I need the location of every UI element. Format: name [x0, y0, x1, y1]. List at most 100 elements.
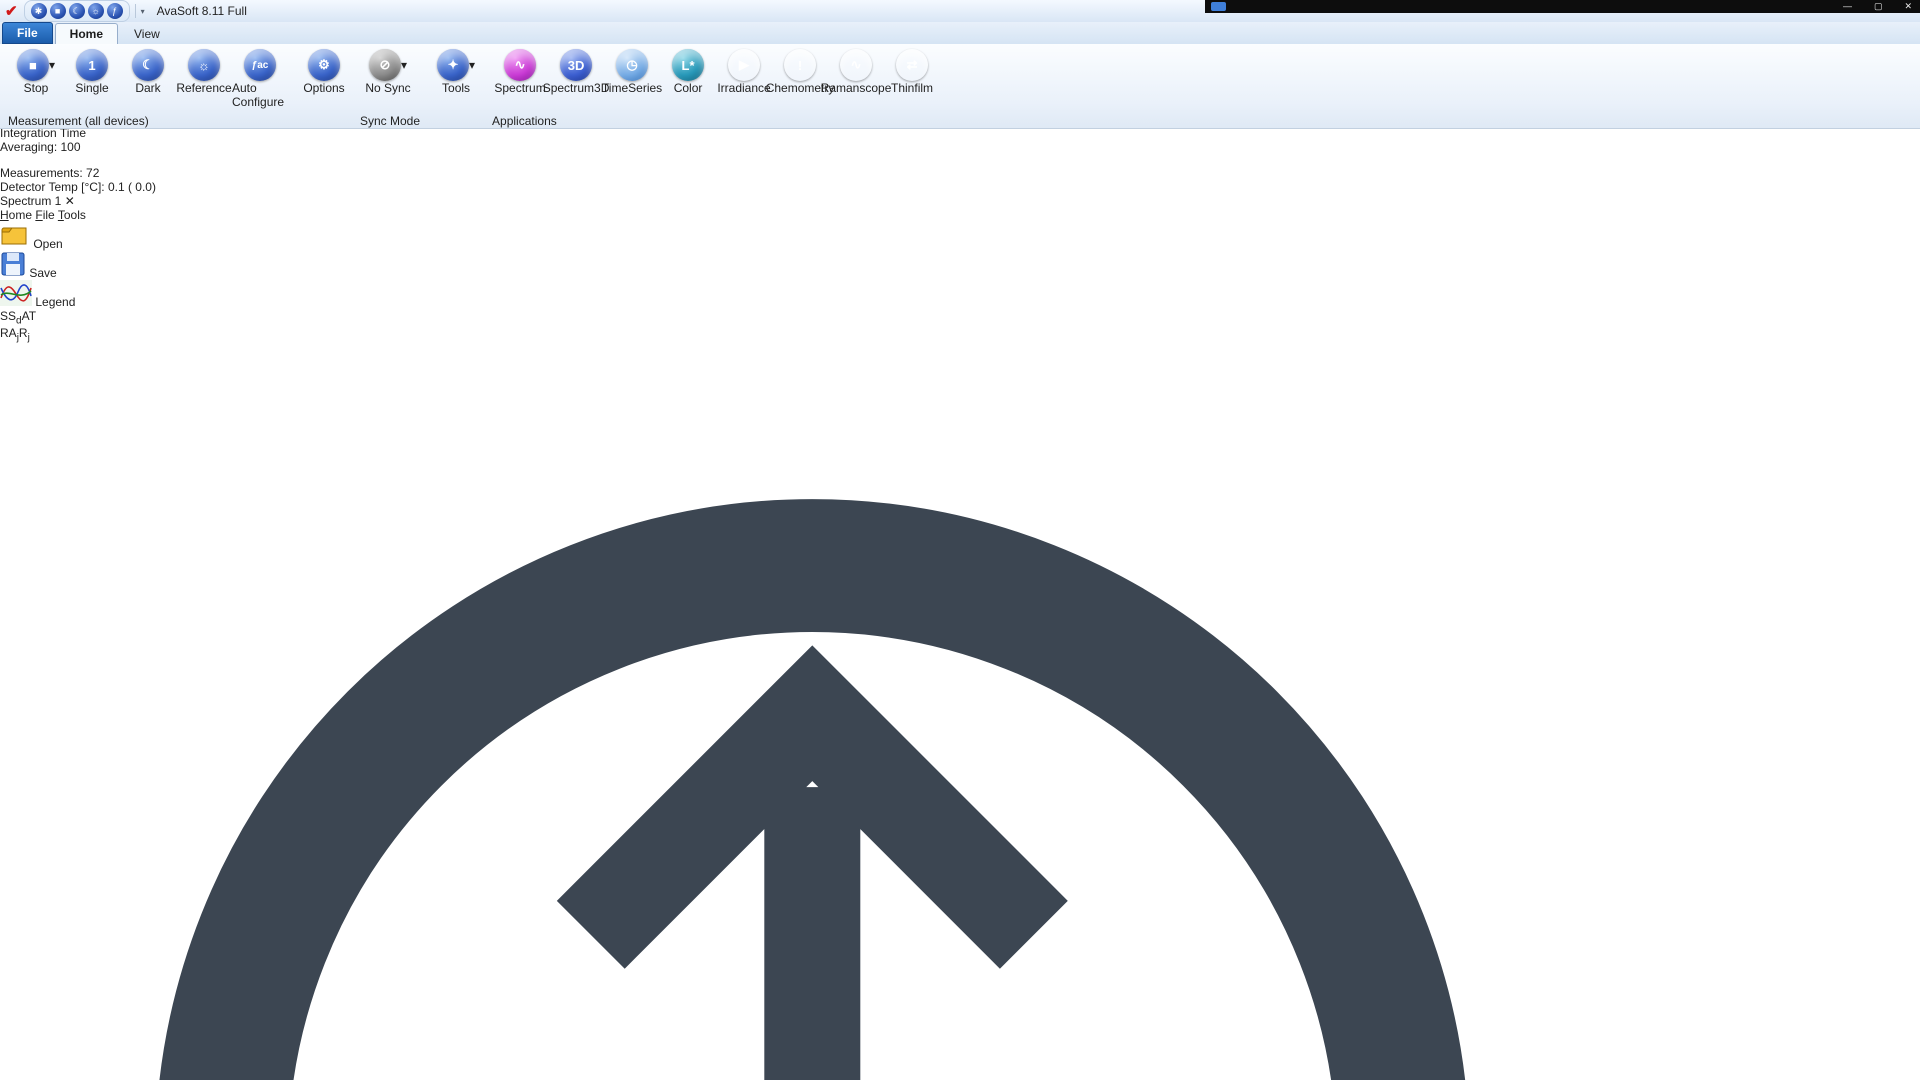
color-button[interactable]: L* Color: [660, 46, 716, 95]
options-icon: ⚙: [308, 49, 340, 81]
spectrum-tab-file[interactable]: File: [35, 208, 54, 222]
no-sync-button[interactable]: ⊘ ▾ No Sync: [360, 46, 416, 95]
reference-icon[interactable]: ☼: [87, 3, 104, 19]
player-icon: [1211, 2, 1226, 11]
measure-mode-t-button[interactable]: T: [29, 309, 36, 323]
ribbon-group: ✦ ▾ Tools: [424, 44, 488, 128]
ribbon: ■ ▾ Stop 1 Single ☾ Dark ☼ Reference ƒac Auto Conf…: [0, 44, 1920, 129]
measure-mode-s-button[interactable]: S: [0, 309, 8, 323]
wrench-icon[interactable]: ✱: [30, 3, 47, 19]
ribbon-tab-strip: File Home View: [0, 22, 1920, 44]
open-button[interactable]: Open: [0, 222, 1920, 251]
thinfilm-icon: ⇄: [896, 49, 928, 81]
ribbon-groups: ■ ▾ Stop 1 Single ☾ Dark ☼ Reference ƒac Auto Conf…: [0, 44, 944, 128]
thinfilm-label: Thinfilm: [891, 81, 934, 95]
ramanscope-label: Ramanscope: [820, 81, 892, 95]
stop-button[interactable]: ■ ▾ Stop: [8, 46, 64, 95]
ribbon-group: ⚙ Options: [292, 44, 356, 128]
auto-configure-icon: ƒac: [244, 49, 276, 81]
window-controls-bar: — ▢ ✕: [1205, 0, 1920, 13]
spectrum-tab-tools[interactable]: Tools: [58, 208, 86, 222]
timeseries-icon: ◷: [616, 49, 649, 81]
folder-icon: [1, 227, 27, 245]
reference-icon: ☼: [188, 49, 220, 81]
measure-mode-buttons: SSdAT RAjRj: [0, 309, 1920, 344]
legend-button[interactable]: Legend: [0, 280, 1920, 309]
timeseries-button[interactable]: ◷ TimeSeries: [601, 46, 663, 95]
single-label: Single: [75, 81, 109, 95]
measure-mode-sd-button[interactable]: Sd: [8, 309, 22, 326]
ramanscope-button[interactable]: ∿ Ramanscope: [821, 46, 892, 95]
measure-mode-aj-button[interactable]: Aj: [9, 326, 19, 343]
timeseries-label: TimeSeries: [601, 81, 663, 95]
auto-configure-button[interactable]: ƒac Auto Configure: [232, 46, 288, 109]
irradiance-button[interactable]: ▶ Irradiance: [716, 46, 772, 95]
no-sync-label: No Sync: [365, 81, 411, 95]
save-button[interactable]: Save: [0, 251, 1920, 280]
dark-icon[interactable]: ☾: [68, 3, 85, 19]
tab-view[interactable]: View: [120, 24, 174, 44]
floppy-icon: [1, 252, 25, 276]
single-button[interactable]: 1 Single: [64, 46, 120, 95]
single-icon: 1: [76, 49, 108, 81]
spectrum-label: Spectrum: [494, 81, 546, 95]
spectrum-ribbon: Home File Tools Open Save Legend SSdAT R…: [0, 208, 1920, 1080]
ribbon-group: ⊘ ▾ No Sync Sync Mode: [356, 44, 424, 128]
ribbon-group-label: Measurement (all devices): [8, 114, 149, 128]
stop-icon: ■: [16, 49, 49, 81]
spectrum-tab-home[interactable]: Home: [0, 208, 32, 222]
spectrum-icon: ∿: [504, 49, 537, 81]
color-label: Color: [673, 81, 703, 95]
document-tab-strip: Spectrum 1 ✕: [0, 194, 1920, 208]
measurements-value: Measurements: 72: [0, 166, 100, 180]
dropdown-caret-icon[interactable]: ▾: [49, 58, 55, 72]
thinfilm-button[interactable]: ⇄ Thinfilm: [884, 46, 940, 95]
tools-button[interactable]: ✦ ▾ Tools: [428, 46, 484, 95]
ramanscope-icon: ∿: [840, 49, 872, 81]
averaging-label: Averaging:: [0, 140, 58, 154]
spectrum3d-label: Spectrum3D: [542, 81, 610, 95]
reference-label: Reference: [176, 81, 232, 95]
measure-mode-rj-button[interactable]: Rj: [19, 326, 30, 343]
dark-button[interactable]: ☾ Dark: [120, 46, 176, 95]
spectrum3d-icon: 3D: [560, 49, 593, 81]
dropdown-caret-icon[interactable]: ▾: [401, 58, 407, 72]
auto-configure-label: Auto Configure: [232, 81, 285, 109]
scale-option-buttons: ▾: [0, 344, 1920, 1080]
averaging-value-link[interactable]: 100: [61, 140, 81, 154]
measure-mode-row2: RAjRj: [0, 326, 1920, 343]
spectrum3d-button[interactable]: 3D Spectrum3D: [543, 46, 609, 95]
ribbon-group-label: Applications: [492, 114, 557, 128]
stop-icon[interactable]: ■: [49, 3, 66, 19]
maximize-button[interactable]: ▢: [1874, 0, 1883, 13]
color-icon: L*: [672, 49, 705, 81]
zoom-unzoom-icon[interactable]: [0, 344, 1920, 1080]
detector-temp-value: Detector Temp [°C]: 0.1 ( 0.0): [0, 180, 156, 194]
measure-mode-a-button[interactable]: A: [22, 309, 29, 323]
reference-button[interactable]: ☼ Reference: [176, 46, 232, 95]
chemometry-button[interactable]: ! Chemometry: [766, 46, 835, 96]
ribbon-group: ∿ Spectrum 3D Spectrum3D ◷ TimeSeries L* Color ▶…: [488, 44, 944, 128]
irradiance-label: Irradiance: [717, 81, 771, 95]
measure-mode-r-button[interactable]: R: [0, 326, 9, 340]
quick-access-caret-icon[interactable]: ▾: [141, 7, 145, 16]
tools-icon: ✦: [437, 49, 470, 81]
dark-icon: ☾: [132, 49, 164, 81]
minimize-button[interactable]: —: [1843, 0, 1852, 13]
tab-home[interactable]: Home: [54, 23, 119, 44]
close-button[interactable]: ✕: [1904, 0, 1912, 13]
dropdown-caret-icon[interactable]: ▾: [469, 58, 475, 72]
close-tab-icon[interactable]: ✕: [65, 194, 75, 208]
auto-configure-icon[interactable]: ƒ: [106, 3, 123, 19]
ribbon-group: ■ ▾ Stop 1 Single ☾ Dark ☼ Reference ƒac Auto Conf…: [4, 44, 292, 128]
tab-file[interactable]: File: [2, 22, 53, 44]
spectrum-button[interactable]: ∿ Spectrum: [492, 46, 548, 95]
no-sync-icon: ⊘: [368, 49, 401, 81]
tab-spectrum-1[interactable]: Spectrum 1 ✕: [0, 194, 1920, 208]
ribbon-group-label: Sync Mode: [360, 114, 421, 128]
legend-icon: [0, 280, 32, 306]
stop-label: Stop: [23, 81, 49, 95]
options-button[interactable]: ⚙ Options: [296, 46, 352, 95]
app-window: ✔ ✱ ■ ☾ ☼ ƒ ▾ AvaSoft 8.11 Full — ▢ ✕ File H…: [0, 0, 1920, 1080]
options-label: Options: [303, 81, 345, 95]
